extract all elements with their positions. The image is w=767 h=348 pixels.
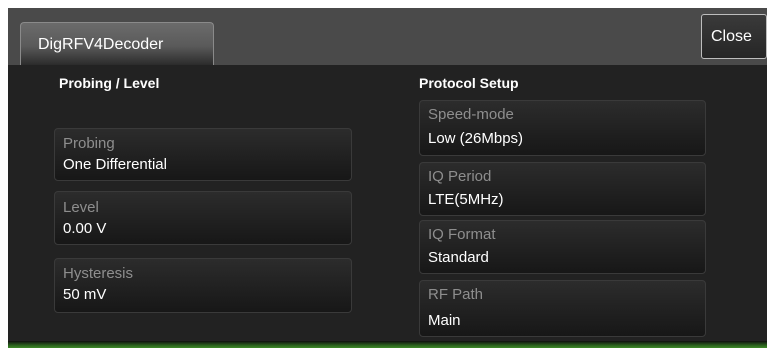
hysteresis-label: Hysteresis	[63, 265, 134, 282]
probing-value: One Differential	[63, 156, 167, 173]
iq-period-value: LTE(5MHz)	[428, 191, 504, 208]
level-label: Level	[63, 199, 99, 216]
bottom-accent-strip	[8, 341, 767, 348]
level-field[interactable]: Level 0.00 V	[54, 191, 352, 245]
speed-mode-value: Low (26Mbps)	[428, 130, 524, 147]
probing-level-title: Probing / Level	[59, 75, 160, 91]
rf-path-value: Main	[428, 312, 461, 329]
hysteresis-value: 50 mV	[63, 286, 107, 303]
rf-path-field[interactable]: RF Path Main	[419, 280, 706, 337]
iq-format-label: IQ Format	[428, 226, 496, 243]
speed-mode-label: Speed-mode	[428, 106, 514, 123]
iq-period-field[interactable]: IQ Period LTE(5MHz)	[419, 162, 706, 216]
speed-mode-field[interactable]: Speed-mode Low (26Mbps)	[419, 100, 706, 156]
hysteresis-field[interactable]: Hysteresis 50 mV	[54, 258, 352, 313]
probing-label: Probing	[63, 135, 115, 152]
iq-format-value: Standard	[428, 249, 489, 266]
level-value: 0.00 V	[63, 220, 107, 237]
iq-format-field[interactable]: IQ Format Standard	[419, 220, 706, 274]
close-button[interactable]: Close	[701, 14, 767, 59]
rf-path-label: RF Path	[428, 286, 484, 303]
protocol-setup-title: Protocol Setup	[419, 75, 519, 91]
tab-digrfv4decoder[interactable]: DigRFV4Decoder	[20, 22, 214, 65]
probing-field[interactable]: Probing One Differential	[54, 128, 352, 181]
iq-period-label: IQ Period	[428, 168, 492, 185]
settings-panel: Probing / Level Probing One Differential…	[8, 65, 767, 341]
tab-bar: DigRFV4Decoder Close	[8, 8, 767, 65]
decoder-dialog: DigRFV4Decoder Close Probing / Level Pro…	[8, 8, 767, 348]
